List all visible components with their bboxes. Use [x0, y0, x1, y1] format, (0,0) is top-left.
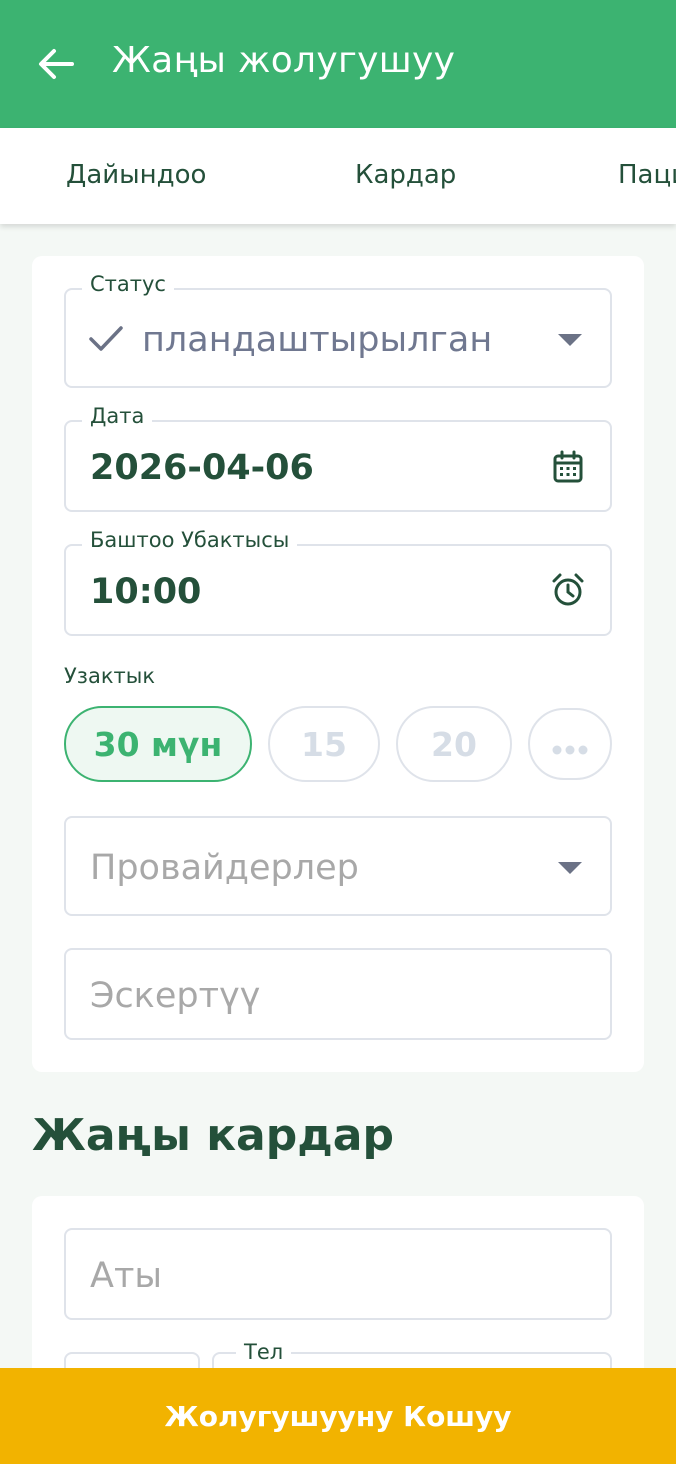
name-placeholder: Аты	[90, 1256, 162, 1296]
duration-chip-15[interactable]: 15	[268, 706, 380, 782]
calendar-icon[interactable]	[552, 450, 584, 488]
appointment-card: Статус пландаштырылган Дата 2026-04-06 Б…	[32, 256, 644, 1072]
date-field[interactable]: Дата 2026-04-06	[64, 404, 612, 512]
arrow-left-icon[interactable]	[36, 44, 76, 84]
providers-placeholder: Провайдерлер	[90, 848, 359, 888]
app-bar: Жаңы жолугушуу	[0, 0, 676, 128]
add-appointment-button[interactable]: Жолугушууну Кошуу	[0, 1368, 676, 1464]
page-title: Жаңы жолугушуу	[112, 40, 456, 81]
check-icon	[88, 324, 124, 358]
status-label: Статус	[82, 272, 174, 296]
more-horizontal-icon	[550, 725, 590, 764]
alarm-clock-icon[interactable]	[550, 572, 586, 612]
tab-client[interactable]: Кардар	[355, 160, 456, 190]
date-value: 2026-04-06	[90, 448, 314, 488]
duration-label: Узактык	[64, 664, 156, 688]
note-placeholder: Эскертүү	[90, 976, 261, 1016]
tab-bar: Дайындоо Кардар Пациент	[0, 128, 676, 224]
phone-label: Тел	[236, 1340, 292, 1364]
duration-chip-30[interactable]: 30 мүн	[64, 706, 252, 782]
tab-patient[interactable]: Пациент	[618, 160, 676, 190]
note-field[interactable]: Эскертүү	[64, 948, 612, 1040]
more-duration-button[interactable]	[528, 708, 612, 780]
name-field[interactable]: Аты	[64, 1228, 612, 1320]
chevron-down-icon	[558, 862, 582, 874]
providers-select[interactable]: Провайдерлер	[64, 816, 612, 916]
start-time-label: Баштоо Убактысы	[82, 528, 298, 552]
duration-chip-20[interactable]: 20	[396, 706, 512, 782]
new-client-title: Жаңы кардар	[32, 1110, 394, 1161]
status-select[interactable]: Статус пландаштырылган	[64, 272, 612, 388]
date-label: Дата	[82, 404, 153, 428]
start-time-value: 10:00	[90, 572, 202, 612]
tab-appointment[interactable]: Дайындоо	[66, 160, 206, 190]
chevron-down-icon	[558, 334, 582, 346]
start-time-field[interactable]: Баштоо Убактысы 10:00	[64, 528, 612, 636]
status-value: пландаштырылган	[142, 320, 493, 360]
